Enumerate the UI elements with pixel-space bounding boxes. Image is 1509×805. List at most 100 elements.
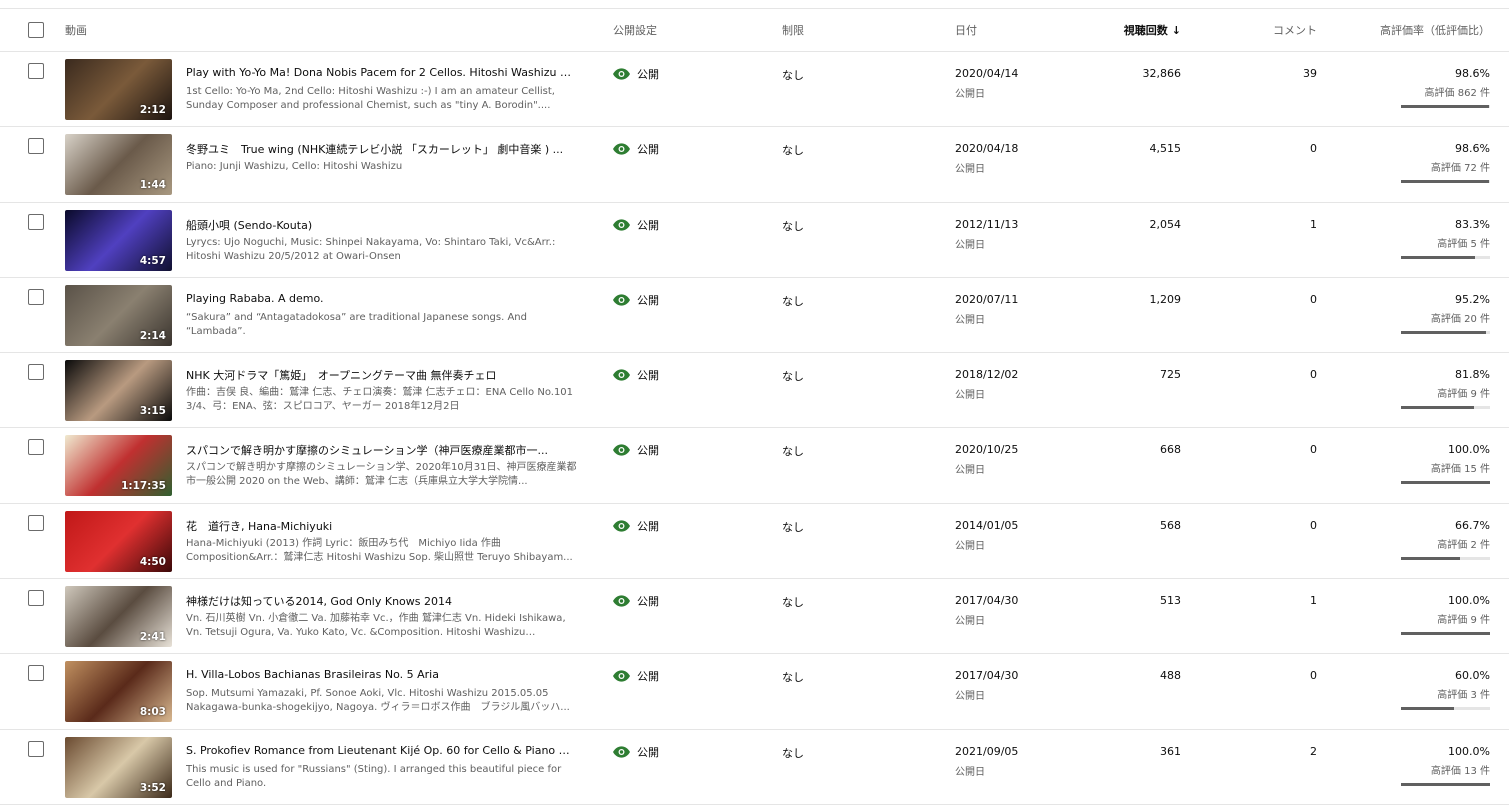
- like-ratio-bar: [1401, 406, 1490, 410]
- video-thumbnail[interactable]: 2:12: [65, 59, 172, 120]
- video-thumbnail[interactable]: 8:03: [65, 661, 172, 723]
- video-title[interactable]: Play with Yo-Yo Ma! Dona Nobis Pacem for…: [186, 66, 578, 79]
- row-checkbox[interactable]: [28, 364, 44, 381]
- table-row[interactable]: 2:41 神様だけは知っている2014, God Only Knows 2014 V…: [0, 579, 1509, 655]
- row-checkbox[interactable]: [28, 288, 44, 305]
- like-ratio-bar: [1401, 481, 1490, 485]
- video-thumbnail[interactable]: 1:44: [65, 134, 172, 196]
- table-row[interactable]: 3:52 S. Prokofiev Romance from Lieutenant…: [0, 730, 1509, 805]
- video-description: 1st Cello: Yo-Yo Ma, 2nd Cello: Hitoshi …: [186, 86, 555, 111]
- table-row[interactable]: 1:17:35 スパコンで解き明かす摩擦のシミュレーション学（神戸医療産業都市一.…: [0, 428, 1509, 504]
- like-percentage: 60.0%: [1455, 669, 1490, 683]
- restriction-value: なし: [782, 671, 804, 685]
- like-percentage: 100.0%: [1448, 443, 1490, 457]
- comment-count[interactable]: 2: [1220, 745, 1317, 758]
- video-thumbnail[interactable]: 2:14: [65, 284, 172, 346]
- visibility-cell[interactable]: 公開: [613, 442, 659, 458]
- like-ratio-fill: [1401, 632, 1490, 636]
- publish-date: 2017/04/30: [955, 669, 1019, 683]
- row-checkbox[interactable]: [28, 63, 44, 79]
- restriction-value: なし: [782, 294, 804, 308]
- column-header-visibility[interactable]: 公開設定: [613, 9, 657, 52]
- table-row[interactable]: 4:57 船頭小唄 (Sendo-Kouta) Lyrycs: Ujo Noguch…: [0, 203, 1509, 278]
- video-description: Piano: Junji Washizu, Cello: Hitoshi Was…: [186, 161, 403, 173]
- restriction-value: なし: [782, 746, 804, 760]
- view-count: 2,054: [1149, 217, 1182, 231]
- comment-count[interactable]: 0: [1220, 142, 1317, 155]
- view-count: 668: [1160, 443, 1181, 457]
- column-header-restrictions[interactable]: 制限: [782, 9, 804, 52]
- video-title[interactable]: Playing Rababa. A demo.: [186, 292, 578, 305]
- video-thumbnail[interactable]: 1:17:35: [65, 435, 172, 497]
- publish-date-label: 公開日: [955, 314, 985, 326]
- row-checkbox[interactable]: [28, 665, 44, 682]
- restriction-value: なし: [782, 445, 804, 459]
- table-row[interactable]: 2:14 Playing Rababa. A demo. “Sakura” and …: [0, 278, 1509, 354]
- arrow-down-icon[interactable]: ↓: [1172, 9, 1181, 52]
- restriction-value: なし: [782, 144, 804, 158]
- comment-count[interactable]: 0: [1220, 293, 1317, 306]
- visibility-cell[interactable]: 公開: [613, 367, 659, 383]
- video-thumbnail[interactable]: 3:15: [65, 360, 172, 422]
- visibility-cell[interactable]: 公開: [613, 292, 659, 308]
- comment-count[interactable]: 0: [1220, 368, 1317, 381]
- visibility-cell[interactable]: 公開: [613, 141, 659, 157]
- visibility-cell[interactable]: 公開: [613, 593, 659, 609]
- row-checkbox[interactable]: [28, 514, 44, 531]
- comment-count[interactable]: 0: [1220, 519, 1317, 532]
- table-row[interactable]: 2:12 Play with Yo-Yo Ma! Dona Nobis Pacem…: [0, 52, 1509, 128]
- column-header-likes[interactable]: 高評価率（低評価比）: [1330, 9, 1490, 52]
- table-row[interactable]: 4:50 花 道行き, Hana-Michiyuki Hana-Michiyuki …: [0, 504, 1509, 580]
- row-checkbox[interactable]: [28, 439, 44, 456]
- video-title[interactable]: スパコンで解き明かす摩擦のシミュレーション学（神戸医療産業都市一...: [186, 442, 578, 458]
- video-thumbnail[interactable]: 4:57: [65, 209, 172, 271]
- video-title[interactable]: H. Villa-Lobos Bachianas Brasileiras No.…: [186, 668, 578, 681]
- like-count: 高評価 9 件: [1437, 615, 1490, 627]
- video-title[interactable]: 船頭小唄 (Sendo-Kouta): [186, 217, 578, 233]
- visibility-cell[interactable]: 公開: [613, 66, 659, 82]
- visibility-cell[interactable]: 公開: [613, 744, 659, 760]
- publish-date: 2014/01/05: [955, 518, 1019, 532]
- comment-count[interactable]: 0: [1220, 669, 1317, 682]
- eye-icon: [613, 520, 630, 532]
- comment-count[interactable]: 0: [1220, 443, 1317, 456]
- publish-date-label: 公開日: [955, 89, 985, 100]
- table-row[interactable]: 3:15 NHK 大河ドラマ「篤姫」 オープニングテーマ曲 無伴奏チェロ作曲：吉俣…: [0, 353, 1509, 429]
- visibility-cell[interactable]: 公開: [613, 668, 659, 684]
- video-title[interactable]: S. Prokofiev Romance from Lieutenant Kij…: [186, 744, 578, 757]
- column-header-comments[interactable]: コメント: [1220, 9, 1317, 52]
- column-header-views[interactable]: 視聴回数 ↓: [1065, 9, 1181, 52]
- like-count: 高評価 3 件: [1437, 690, 1490, 702]
- select-all-checkbox[interactable]: [28, 22, 44, 38]
- row-checkbox[interactable]: [28, 740, 44, 757]
- row-checkbox[interactable]: [28, 213, 44, 230]
- video-thumbnail[interactable]: 2:41: [65, 586, 172, 648]
- table-row[interactable]: 1:44 冬野ユミ True wing (NHK連続テレビ小説 「スカーレット」 …: [0, 127, 1509, 203]
- row-checkbox[interactable]: [28, 590, 44, 607]
- like-count: 高評価 20 件: [1430, 313, 1490, 325]
- comment-count[interactable]: 1: [1220, 218, 1317, 231]
- visibility-cell[interactable]: 公開: [613, 217, 659, 233]
- comment-count[interactable]: 39: [1220, 67, 1317, 80]
- like-ratio-fill: [1401, 406, 1474, 410]
- like-ratio-fill: [1401, 782, 1490, 786]
- video-title[interactable]: NHK 大河ドラマ「篤姫」 オープニングテーマ曲 無伴奏チェロ: [186, 367, 578, 383]
- column-header-date[interactable]: 日付: [955, 9, 977, 52]
- video-description: 作曲：吉俣 良、編曲：鷲津 仁志、チェロ演奏：鷲津 仁志チェロ：ENA Cell…: [186, 387, 574, 413]
- comment-count[interactable]: 1: [1220, 594, 1317, 607]
- table-row[interactable]: 8:03 H. Villa-Lobos Bachianas Brasileiras…: [0, 654, 1509, 730]
- video-title[interactable]: 神様だけは知っている2014, God Only Knows 2014: [186, 593, 578, 609]
- restriction-value: なし: [782, 69, 804, 82]
- video-thumbnail[interactable]: 4:50: [65, 510, 172, 572]
- video-title[interactable]: 冬野ユミ True wing (NHK連続テレビ小説 「スカーレット」 劇中音楽…: [186, 141, 578, 157]
- visibility-label: 公開: [637, 293, 659, 307]
- video-title[interactable]: 花 道行き, Hana-Michiyuki: [186, 518, 578, 534]
- video-thumbnail[interactable]: 3:52: [65, 736, 172, 798]
- eye-icon: [613, 68, 630, 80]
- video-duration: 4:50: [139, 555, 166, 568]
- like-percentage: 100.0%: [1448, 744, 1490, 758]
- like-ratio-bar: [1401, 782, 1490, 786]
- row-checkbox[interactable]: [28, 138, 44, 155]
- visibility-cell[interactable]: 公開: [613, 518, 659, 534]
- like-ratio-fill: [1401, 330, 1486, 334]
